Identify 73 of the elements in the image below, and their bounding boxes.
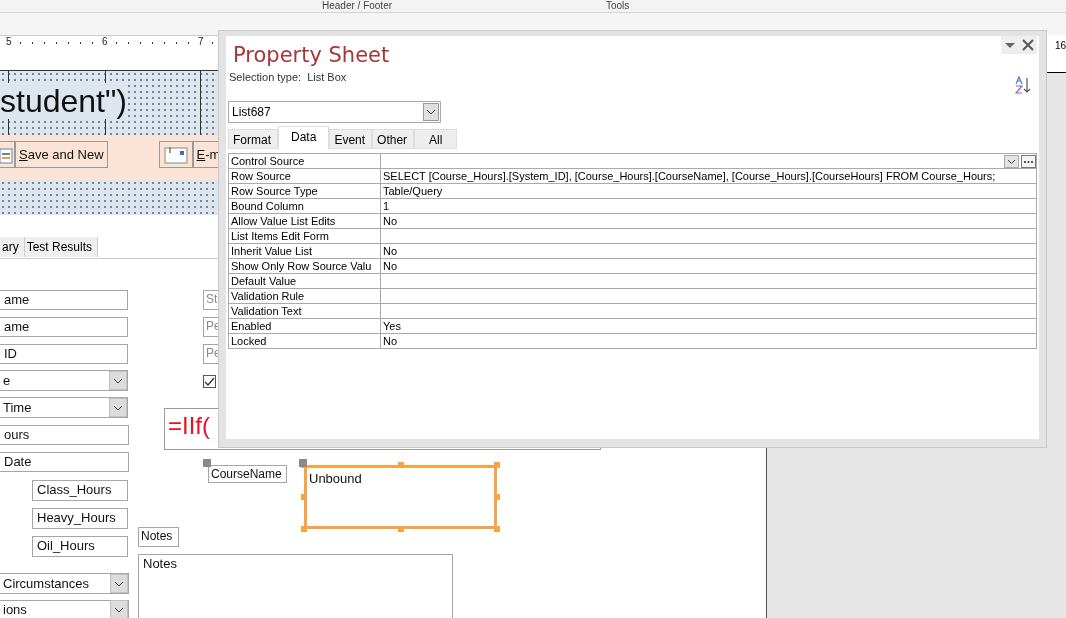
property-tab[interactable]: All <box>414 129 458 149</box>
property-name[interactable]: Inherit Value List <box>229 244 381 258</box>
dropdown-arrow-icon[interactable] <box>110 574 128 593</box>
form-icon[interactable] <box>0 141 15 168</box>
form-tab[interactable]: ary <box>0 237 25 257</box>
property-tab[interactable]: Other <box>372 129 415 149</box>
property-value-field[interactable]: 1 <box>381 199 1036 213</box>
property-value-field[interactable]: SELECT [Course_Hours].[System_ID], [Course_Hours].[CourseName], [Course_Hours].[CourseHours] FROM Course_Hours; <box>381 169 1036 183</box>
property-value-field[interactable]: No <box>381 214 1036 228</box>
dropdown-arrow-icon[interactable] <box>109 398 127 417</box>
text-box[interactable]: ame <box>0 290 128 310</box>
property-name[interactable]: Allow Value List Edits <box>229 214 381 228</box>
property-name[interactable]: Validation Text <box>229 304 381 318</box>
property-tab[interactable]: Data <box>278 126 330 149</box>
object-selector[interactable]: List687 <box>228 101 441 123</box>
property-name[interactable]: Default Value <box>229 274 381 288</box>
property-name[interactable]: Row Source Type <box>229 184 381 198</box>
resize-handle[interactable] <box>397 526 404 532</box>
property-tab[interactable]: Event <box>329 129 373 149</box>
property-value-field[interactable]: Table/Query <box>381 184 1036 198</box>
property-tab[interactable]: Format <box>228 129 278 149</box>
form-title: student") <box>0 83 127 119</box>
field-label[interactable]: CourseName <box>208 465 287 483</box>
resize-handle[interactable] <box>301 494 307 500</box>
property-name[interactable]: Enabled <box>229 319 381 333</box>
property-name[interactable]: Bound Column <box>229 199 381 213</box>
text-box[interactable]: ID <box>0 344 128 364</box>
form-button[interactable]: Save and New <box>15 141 108 168</box>
text-box[interactable]: ours <box>0 425 129 445</box>
list-box[interactable]: Unbound <box>304 465 497 529</box>
property-value-field[interactable]: No <box>381 259 1036 273</box>
dropdown-arrow-icon[interactable] <box>109 371 127 390</box>
panel-title: Property Sheet <box>233 42 390 68</box>
selection-type-label: Selection type: <box>229 70 302 84</box>
text-box[interactable]: ame <box>0 317 128 337</box>
more-icon[interactable] <box>1021 154 1036 168</box>
property-name[interactable]: List Items Edit Form <box>229 229 381 243</box>
property-name[interactable]: Show Only Row Source Valu <box>229 259 381 273</box>
resize-handle[interactable] <box>301 526 307 532</box>
move-handle[interactable] <box>299 459 307 467</box>
text-box[interactable]: Heavy_Hours <box>32 508 128 529</box>
resize-handle[interactable] <box>494 494 500 500</box>
property-value-field[interactable]: Yes <box>381 319 1036 333</box>
combo-box[interactable]: Time <box>0 397 128 418</box>
combo-box[interactable]: ions <box>0 600 129 618</box>
combo-box[interactable]: e <box>0 370 128 391</box>
property-name[interactable]: Control Source <box>229 154 381 168</box>
text-box[interactable]: Class_Hours <box>32 480 128 501</box>
sort-a-z-icon[interactable] <box>1015 76 1031 94</box>
resize-handle[interactable] <box>494 526 500 532</box>
property-name[interactable]: Locked <box>229 334 381 348</box>
ruler-number: 16 <box>1055 40 1066 51</box>
property-name[interactable]: Validation Rule <box>229 289 381 303</box>
text-box[interactable]: Date <box>0 452 129 472</box>
close-icon[interactable] <box>1021 38 1035 52</box>
ribbon-group-label: Tools <box>606 0 630 12</box>
text-box[interactable]: Notes <box>138 554 453 618</box>
selection-type-value: List Box <box>307 70 347 84</box>
combo-box[interactable]: Circumstances <box>0 573 129 594</box>
move-handle[interactable] <box>203 459 211 467</box>
form-tab[interactable]: Test Results <box>24 237 99 257</box>
form-icon[interactable] <box>158 141 193 168</box>
property-value-field[interactable]: No <box>381 334 1036 348</box>
dropdown-arrow-icon[interactable] <box>110 600 128 618</box>
property-value-field[interactable]: No <box>381 244 1036 258</box>
property-name[interactable]: Row Source <box>229 169 381 183</box>
resize-handle[interactable] <box>397 462 404 468</box>
ruler: 5 6 7 <box>0 35 220 49</box>
text-box[interactable]: Oil_Hours <box>32 536 128 557</box>
checkbox[interactable] <box>203 375 216 388</box>
resize-handle[interactable] <box>494 462 500 468</box>
ribbon-group-label: Header / Footer <box>322 0 393 12</box>
field-label[interactable]: Notes <box>138 527 179 547</box>
